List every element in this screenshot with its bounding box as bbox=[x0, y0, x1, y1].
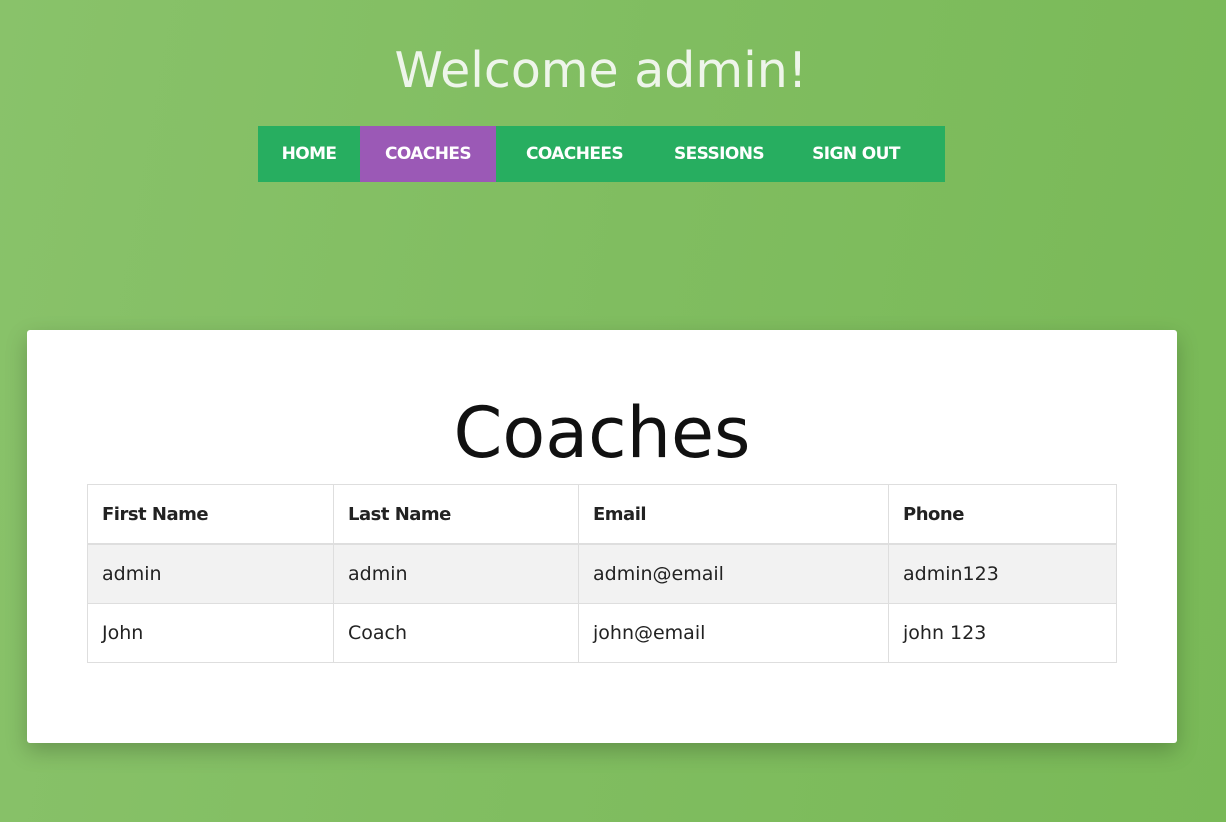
column-header-phone: Phone bbox=[888, 484, 1117, 545]
nav-item-home[interactable]: HOME bbox=[258, 126, 360, 182]
column-header-first-name: First Name bbox=[87, 484, 334, 545]
cell-last-name: Coach bbox=[333, 603, 579, 663]
nav-item-sign-out[interactable]: SIGN OUT bbox=[785, 126, 927, 182]
welcome-heading: Welcome admin! bbox=[394, 42, 808, 99]
column-header-email: Email bbox=[578, 484, 889, 545]
cell-email: john@email bbox=[578, 603, 889, 663]
cell-last-name: admin bbox=[333, 543, 579, 604]
table-row: John Coach john@email john 123 bbox=[87, 603, 1117, 663]
cell-phone: admin123 bbox=[888, 543, 1117, 604]
cell-phone: john 123 bbox=[888, 603, 1117, 663]
cell-first-name: admin bbox=[87, 543, 334, 604]
nav-item-coaches[interactable]: COACHES bbox=[360, 126, 496, 182]
table-row: admin admin admin@email admin123 bbox=[87, 543, 1117, 604]
cell-first-name: John bbox=[87, 603, 334, 663]
coaches-card: Coaches First Name Last Name Email Phone… bbox=[27, 330, 1177, 743]
nav-item-coachees[interactable]: COACHEES bbox=[496, 126, 653, 182]
nav-item-sessions[interactable]: SESSIONS bbox=[653, 126, 785, 182]
cell-email: admin@email bbox=[578, 543, 889, 604]
table-header-row: First Name Last Name Email Phone bbox=[87, 484, 1117, 545]
page-title: Coaches bbox=[453, 392, 751, 474]
main-nav: HOME COACHES COACHEES SESSIONS SIGN OUT bbox=[258, 126, 945, 182]
coaches-table: First Name Last Name Email Phone admin a… bbox=[87, 484, 1117, 663]
column-header-last-name: Last Name bbox=[333, 484, 579, 545]
